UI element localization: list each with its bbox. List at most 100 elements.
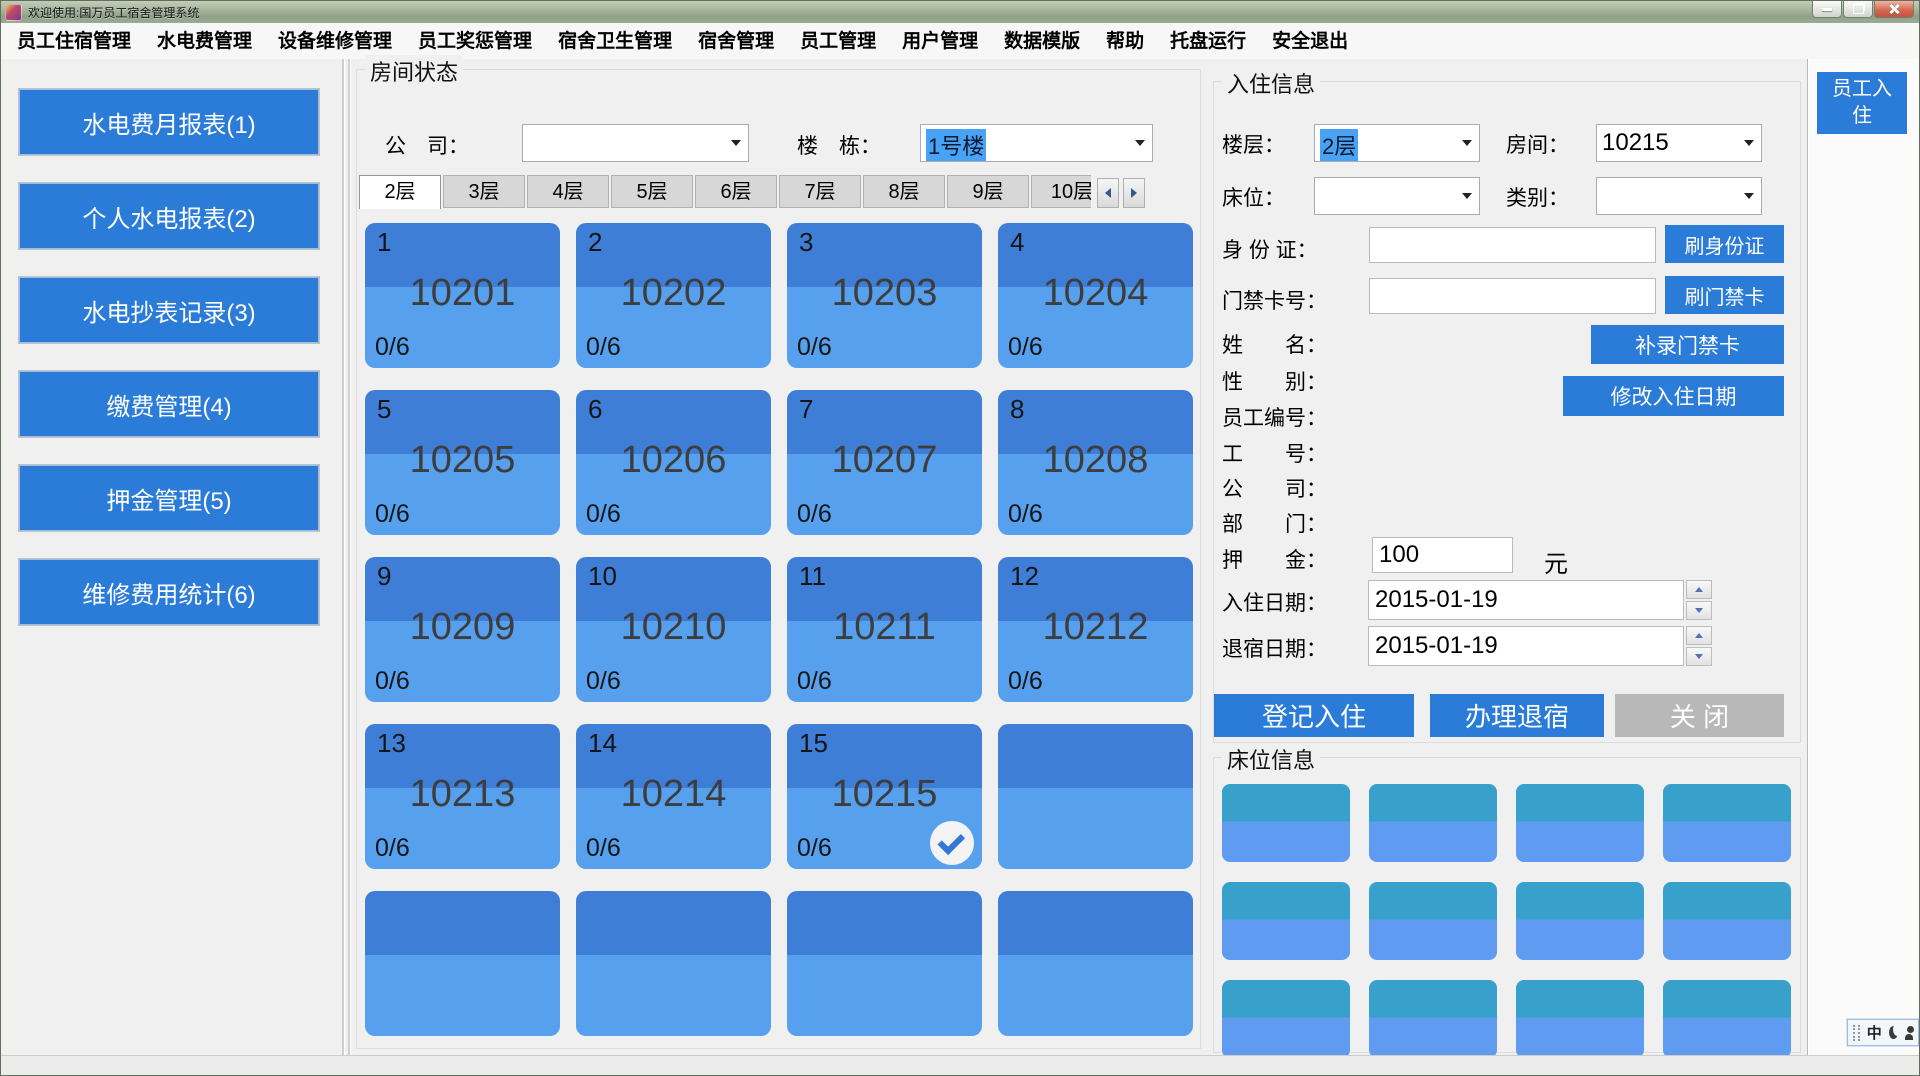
modify-checkin-date-button[interactable]: 修改入住日期 xyxy=(1563,376,1784,416)
menu-item[interactable]: 员工住宿管理 xyxy=(4,24,144,59)
room-index: 9 xyxy=(377,561,391,592)
room-tile[interactable]: 8 10208 0/6 xyxy=(998,390,1193,535)
floor-tab[interactable]: 9层 xyxy=(947,175,1029,208)
employee-checkin-button[interactable]: 员工入住 xyxy=(1817,72,1907,134)
room-tile[interactable]: 12 10212 0/6 xyxy=(998,557,1193,702)
room-occupancy: 0/6 xyxy=(375,834,410,863)
menu-item[interactable]: 安全退出 xyxy=(1259,24,1361,59)
menu-item[interactable]: 数据模版 xyxy=(991,24,1093,59)
floor-tab[interactable]: 4层 xyxy=(527,175,609,208)
sidebar-button[interactable]: 缴费管理(4) xyxy=(19,371,319,437)
bed-tile[interactable] xyxy=(1222,980,1350,1058)
deposit-input[interactable] xyxy=(1372,537,1513,573)
checkin-date-input[interactable] xyxy=(1368,580,1684,620)
company-select[interactable] xyxy=(522,124,749,162)
scan-id-button[interactable]: 刷身份证 xyxy=(1665,225,1784,263)
room-tile[interactable]: 6 10206 0/6 xyxy=(576,390,771,535)
sidebar-button[interactable]: 维修费用统计(6) xyxy=(19,559,319,625)
maximize-button[interactable] xyxy=(1843,1,1873,18)
process-checkout-button[interactable]: 办理退宿 xyxy=(1430,694,1604,737)
window-controls xyxy=(1812,1,1914,18)
menu-item[interactable]: 员工管理 xyxy=(787,24,889,59)
bed-tile[interactable] xyxy=(1369,882,1497,960)
building-select[interactable]: 1号楼 xyxy=(920,124,1153,162)
room-tile[interactable]: 13 10213 0/6 xyxy=(365,724,560,869)
bed-tile[interactable] xyxy=(1516,882,1644,960)
minimize-button[interactable] xyxy=(1812,1,1842,18)
room-tile[interactable]: 3 10203 0/6 xyxy=(787,223,982,368)
category-select[interactable] xyxy=(1596,177,1762,215)
room-tile[interactable] xyxy=(787,891,982,1036)
floor-tabs: 2层3层4层5层6层7层8层9层10层 xyxy=(359,175,1091,209)
bed-tile[interactable] xyxy=(1663,882,1791,960)
register-checkin-button[interactable]: 登记入住 xyxy=(1214,694,1414,737)
room-tile[interactable]: 9 10209 0/6 xyxy=(365,557,560,702)
ime-mode-moon-icon[interactable] xyxy=(1889,1026,1898,1039)
bed-tile[interactable] xyxy=(1663,980,1791,1058)
sidebar-button[interactable]: 水电抄表记录(3) xyxy=(19,277,319,343)
room-tile[interactable] xyxy=(998,891,1193,1036)
room-tile[interactable]: 7 10207 0/6 xyxy=(787,390,982,535)
bed-tile[interactable] xyxy=(1222,784,1350,862)
room-tile[interactable]: 5 10205 0/6 xyxy=(365,390,560,535)
menu-item[interactable]: 设备维修管理 xyxy=(265,24,405,59)
room-tile[interactable] xyxy=(576,891,771,1036)
room-tile[interactable] xyxy=(998,724,1193,869)
door-card-input[interactable] xyxy=(1369,278,1656,314)
menu-item[interactable]: 水电费管理 xyxy=(144,24,265,59)
bed-tile[interactable] xyxy=(1516,980,1644,1058)
close-panel-button[interactable]: 关 闭 xyxy=(1615,694,1784,737)
spin-up-button[interactable] xyxy=(1686,580,1712,599)
room-occupancy: 0/6 xyxy=(586,667,621,696)
floor-select[interactable]: 2层 xyxy=(1314,124,1480,162)
menu-item[interactable]: 宿舍管理 xyxy=(685,24,787,59)
ime-user-icon[interactable] xyxy=(1905,1034,1913,1040)
room-tile[interactable] xyxy=(365,891,560,1036)
main-area: 水电费月报表(1) 个人水电报表(2) 水电抄表记录(3) 缴费管理(4) 押金管理(5… xyxy=(1,59,1920,1055)
title-bar: 欢迎使用:国万员工宿舍管理系统 xyxy=(1,1,1919,23)
spin-up-button[interactable] xyxy=(1686,626,1712,645)
ime-grip-handle[interactable] xyxy=(1853,1025,1860,1041)
menu-item[interactable]: 帮助 xyxy=(1093,24,1157,59)
bed-tile[interactable] xyxy=(1222,882,1350,960)
spin-down-button[interactable] xyxy=(1686,647,1712,666)
close-button[interactable] xyxy=(1874,1,1914,18)
room-tile[interactable]: 14 10214 0/6 xyxy=(576,724,771,869)
floor-tab[interactable]: 5层 xyxy=(611,175,693,208)
room-tile[interactable]: 1 10201 0/6 xyxy=(365,223,560,368)
menu-item[interactable]: 托盘运行 xyxy=(1157,24,1259,59)
scan-door-card-button[interactable]: 刷门禁卡 xyxy=(1665,276,1784,314)
bed-tile[interactable] xyxy=(1369,980,1497,1058)
checkin-date-spinner xyxy=(1686,580,1712,620)
floor-tab[interactable]: 7层 xyxy=(779,175,861,208)
ime-language-button[interactable]: 中 xyxy=(1867,1022,1882,1043)
room-occupancy: 0/6 xyxy=(1008,500,1043,529)
room-tile[interactable]: 4 10204 0/6 xyxy=(998,223,1193,368)
floor-tab[interactable]: 8层 xyxy=(863,175,945,208)
sidebar-button[interactable]: 水电费月报表(1) xyxy=(19,89,319,155)
tab-scroll-left-button[interactable] xyxy=(1097,178,1119,208)
supplement-door-card-button[interactable]: 补录门禁卡 xyxy=(1591,325,1784,364)
tab-scroll-right-button[interactable] xyxy=(1123,178,1145,208)
room-select[interactable]: 10215 xyxy=(1596,124,1762,162)
id-card-input[interactable] xyxy=(1369,227,1656,263)
room-tile[interactable]: 15 10215 0/6 xyxy=(787,724,982,869)
floor-tab[interactable]: 2层 xyxy=(359,175,441,209)
menu-item[interactable]: 用户管理 xyxy=(889,24,991,59)
sidebar-button[interactable]: 押金管理(5) xyxy=(19,465,319,531)
bed-select[interactable] xyxy=(1314,177,1480,215)
menu-item[interactable]: 员工奖惩管理 xyxy=(405,24,545,59)
checkout-date-input[interactable] xyxy=(1368,626,1684,666)
room-tile[interactable]: 2 10202 0/6 xyxy=(576,223,771,368)
bed-tile[interactable] xyxy=(1516,784,1644,862)
spin-down-button[interactable] xyxy=(1686,601,1712,620)
room-tile[interactable]: 10 10210 0/6 xyxy=(576,557,771,702)
floor-tab[interactable]: 10层 xyxy=(1031,175,1091,208)
room-tile[interactable]: 11 10211 0/6 xyxy=(787,557,982,702)
menu-item[interactable]: 宿舍卫生管理 xyxy=(545,24,685,59)
floor-tab[interactable]: 6层 xyxy=(695,175,777,208)
bed-tile[interactable] xyxy=(1663,784,1791,862)
sidebar-button[interactable]: 个人水电报表(2) xyxy=(19,183,319,249)
bed-tile[interactable] xyxy=(1369,784,1497,862)
floor-tab[interactable]: 3层 xyxy=(443,175,525,208)
